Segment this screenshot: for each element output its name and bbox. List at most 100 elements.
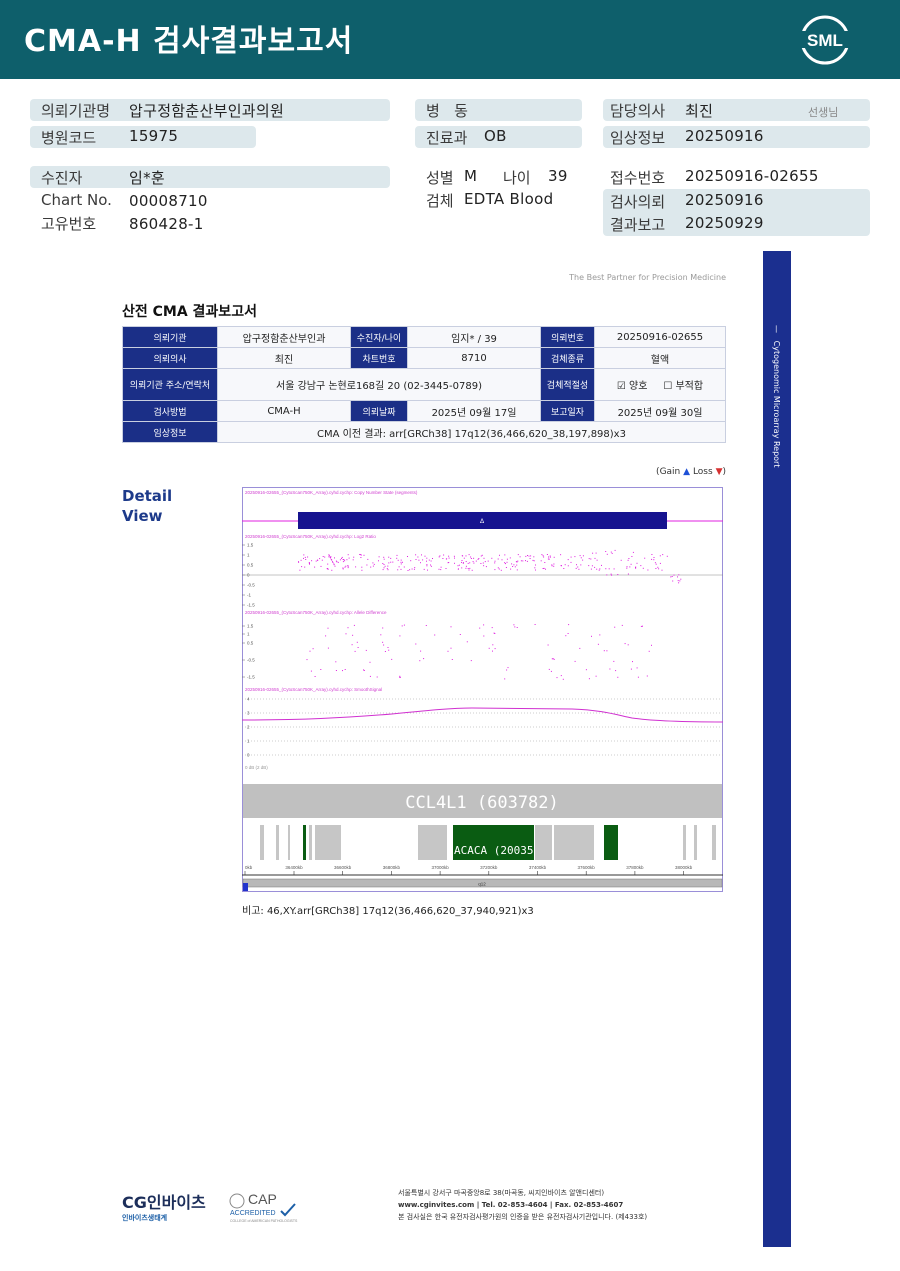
log2-point [509,557,511,559]
allele-point [384,651,386,652]
receipt-value: 20250916-02655 [685,167,819,185]
log2-point [322,556,324,557]
log2-point [397,559,399,561]
allele-point [420,650,422,652]
log2-point [390,557,392,559]
log2-point [666,555,668,557]
log2-point [579,555,581,557]
log2-point [532,559,534,561]
log2-point [432,558,433,559]
ward-label: 병 동 [426,102,468,120]
log2-point [575,567,577,569]
log2-point [498,568,500,570]
log2-point [448,555,450,557]
allele-point [383,644,385,646]
log2-point [499,554,500,556]
log2-point [342,561,344,563]
log2-point [506,561,508,563]
log2-point [541,554,543,556]
log2-point [327,568,329,570]
log2-point [626,566,628,568]
allele-point [547,644,549,646]
log2-point [632,551,634,553]
allele-point [312,648,314,650]
log2-point [397,569,399,571]
log2-point [605,568,607,570]
log2-point [442,558,444,559]
log2-point [580,564,582,566]
log2-point [461,560,463,561]
log2-point [578,568,580,570]
cnv-plot: 20250916-02655_(CytoScan750K_Array).cyhd… [242,487,723,892]
axis-tick-label: 37800kb [626,865,644,870]
loss-triangle-icon: ▼ [715,467,723,477]
log2-point [549,555,551,557]
log2-point [352,559,354,561]
age-label: 나이 [503,169,531,187]
allele-point [479,627,481,629]
report-header: CMA-H 검사결과보고서 SML [0,0,900,79]
allele-point [494,648,496,650]
allele-point [574,660,576,662]
log2-point [422,559,424,561]
footer-certification-line: 본 검사실은 한국 유전자검사평가원의 인증을 받은 유전자검사기관입니다. (… [398,1213,648,1221]
log2-point [548,558,550,560]
log2-point [327,563,329,565]
unique-value: 860428-1 [129,215,204,233]
table-cell: 차트번호 [350,347,408,369]
allele-point [488,647,490,649]
log2-point [590,558,592,560]
log2-point [360,557,362,558]
log2-point [655,568,657,569]
log2-point [544,562,546,563]
log2-point [525,560,526,562]
log2-point [598,569,600,571]
log2-point [611,574,613,576]
track-label-smooth: 20250916-02655_(CytoScan750K_Array).cyhd… [245,687,382,692]
log2-point [465,565,467,567]
log2-point [339,559,341,561]
log2-point [308,563,310,564]
gain-triangle-icon: ▲ [683,467,691,477]
allele-point [621,624,623,626]
log2-point [678,582,680,584]
cginvites-sub: 인바이츠생태계 [122,1214,168,1222]
allele-point [353,624,355,626]
log2-point [462,555,464,557]
axis-tick-label: 37000kb [431,865,449,870]
allele-point [597,643,599,645]
log2-point [526,560,528,562]
allele-tick-label: 0.5 [247,641,254,646]
sml-logo-text: SML [807,31,843,50]
allele-point [556,677,558,679]
log2-point [448,557,450,559]
log2-point [519,556,521,558]
log2-point [396,554,398,556]
cap-text: CAP [248,1191,277,1207]
track-label-allele: 20250916-02655_(CytoScan750K_Array).cyhd… [245,610,387,615]
axis-tick-label: 36400kb [285,865,303,870]
log2-point [477,558,479,560]
log2-point [363,554,365,556]
log2-point [337,561,339,563]
allele-point [335,661,337,663]
log2-point [321,559,323,561]
log2-point [588,558,590,560]
log2-point [473,557,475,559]
log2-point [636,562,638,564]
allele-point [606,650,608,652]
allele-point [567,633,569,634]
track-label-cn: 20250916-02655_(CytoScan750K_Array).cyhd… [245,490,418,495]
clinical-label: 임상정보 [610,129,666,147]
gene-block [694,825,697,860]
log2-point [461,567,463,569]
allele-point [347,627,349,629]
log2-point [610,551,612,553]
allele-point [648,650,650,652]
log2-point [299,569,301,571]
allele-point [357,647,359,648]
log2-point [390,561,392,563]
log2-point [516,561,518,563]
tagline: The Best Partner for Precision Medicine [569,273,726,282]
log2-point [574,556,576,558]
